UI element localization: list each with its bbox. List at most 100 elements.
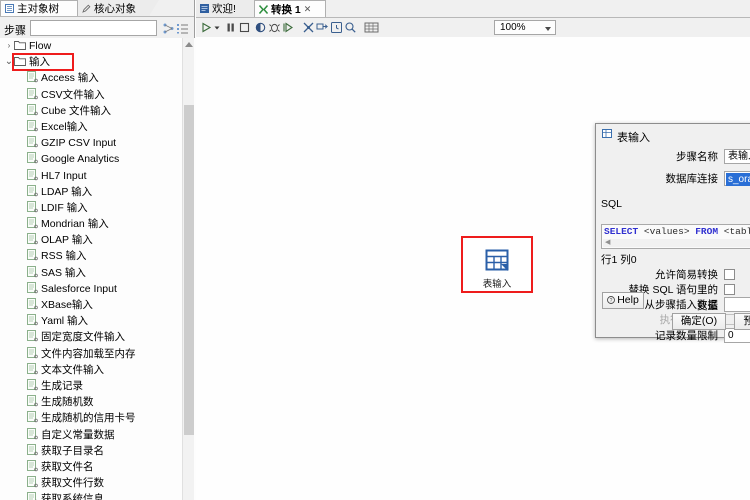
schedule-icon[interactable] [330,21,343,34]
tree-item-label: Excel输入 [41,121,88,134]
stop-icon[interactable] [238,21,251,34]
tab-welcome[interactable]: 欢迎! [196,0,263,17]
step-icon [26,362,38,375]
tree-scrollbar-thumb[interactable] [184,105,194,435]
preview-icon[interactable] [254,21,267,34]
tree-scrollbar[interactable] [182,38,194,500]
step-icon [26,459,38,472]
run-dropdown-icon[interactable] [213,21,221,34]
tree-item[interactable]: LDAP 输入 [0,184,195,200]
replace-variables-checkbox[interactable] [724,284,735,295]
allow-lazy-conversion-label: 允许简易转换 [655,269,718,281]
tree-item[interactable]: Google Analytics [0,151,195,167]
tree-item[interactable]: SAS 输入 [0,265,195,281]
connection-combo[interactable]: s_oracle_emp [724,171,750,186]
chevron-down-icon[interactable]: ⌄ [4,54,14,70]
help-button[interactable]: ? Help [602,292,644,309]
kettle-spoon-window: 主对象树 核心对象 步骤 › Flow ⌄ 输入 Access 输入 CSV文件输入 Cub… [0,0,750,500]
preview-button[interactable]: 预览(P) [734,313,750,330]
expand-all-icon[interactable] [177,23,188,34]
tree-item[interactable]: Cube 文件输入 [0,103,195,119]
tree-item[interactable]: Mondrian 输入 [0,216,195,232]
tree-item-label: OLAP 输入 [41,234,93,247]
tree-item[interactable]: 生成记录 [0,378,195,394]
tree-item[interactable]: 自定义常量数据 [0,427,195,443]
folder-icon [14,39,26,51]
step-icon [26,298,38,310]
step-icon [26,476,38,488]
dialog-titlebar[interactable]: 表输入 ─ ☐ ✕ [596,124,750,145]
tree-item[interactable]: GZIP CSV Input [0,135,195,151]
tree-item[interactable]: 固定宽度文件输入 [0,329,195,345]
tree-item[interactable]: Salesforce Input [0,281,195,297]
tree-item[interactable]: 获取系统信息 [0,491,195,500]
tree-item[interactable]: 获取子目录名 [0,443,195,459]
tree-item[interactable]: Excel输入 [0,119,195,135]
tree-item[interactable]: 生成随机数 [0,394,195,410]
tree-item[interactable]: Access 输入 [0,70,195,86]
tree-item[interactable]: ⌄ 输入 [0,54,195,70]
steps-tree[interactable]: › Flow ⌄ 输入 Access 输入 CSV文件输入 Cube 文件输入 Excel输入… [0,38,195,500]
step-icon [26,346,38,359]
tree-item-label: 固定宽度文件输入 [41,331,125,344]
step-icon [26,217,38,229]
step-icon [26,200,38,213]
tab-main-object-tree-label: 主对象树 [17,3,59,15]
canvas-step-label: 表输入 [482,279,512,290]
tree-item-label: 自定义常量数据 [41,428,115,441]
scroll-up-arrow-icon[interactable] [185,42,193,47]
close-icon[interactable]: ✕ [304,4,312,15]
transformation-toolbar: 100% [196,18,750,38]
allow-lazy-conversion-checkbox[interactable] [724,269,735,280]
tree-item[interactable]: 获取文件名 [0,459,195,475]
sql-editor[interactable]: SELECT <values> FROM <table name> WHERE … [601,224,750,249]
tree-item[interactable]: › Flow [0,38,195,54]
tab-core-objects[interactable]: 核心对象 [78,0,159,16]
scroll-left-arrow-icon[interactable]: ◀ [605,239,610,247]
step-icon [26,71,38,83]
tree-item[interactable]: CSV文件输入 [0,87,195,103]
tree-item-label: 文件内容加载至内存 [41,347,136,360]
verify-icon[interactable] [302,21,315,34]
svg-text:?: ? [610,298,613,304]
pause-icon[interactable] [224,21,237,34]
tree-item-label: LDAP 输入 [41,185,93,198]
ok-button[interactable]: 确定(O) [672,313,726,330]
table-input-dialog[interactable]: 表输入 ─ ☐ ✕ 步骤名称 表输入 数据库连接 s_oracle_emp [595,123,750,343]
inspect-icon[interactable] [344,21,357,34]
sql-horizontal-scrollbar[interactable]: ◀ ▶ [603,239,750,247]
tree-item[interactable]: 生成随机的信用卡号 [0,410,195,426]
replay-icon[interactable] [282,21,295,34]
insert-data-from-step-combo[interactable] [724,297,750,312]
tree-item[interactable]: LDIF 输入 [0,200,195,216]
step-search-input[interactable] [30,20,157,36]
tab-welcome-label: 欢迎! [212,3,236,15]
tree-item[interactable]: RSS 输入 [0,248,195,264]
tree-item[interactable]: OLAP 输入 [0,232,195,248]
step-name-label: 步骤名称 [676,151,718,163]
tree-item[interactable]: 文件内容加载至内存 [0,346,195,362]
tree-item-label: 文本文件输入 [41,363,104,376]
tree-item[interactable]: Yaml 输入 [0,313,195,329]
collapse-all-icon[interactable] [163,23,174,34]
run-icon[interactable] [200,21,213,34]
debug-icon[interactable] [268,21,281,34]
step-icon [26,152,38,164]
tree-item-label: RSS 输入 [41,250,87,263]
chevron-right-icon[interactable]: › [4,38,14,54]
record-limit-input[interactable]: 0 [724,328,750,343]
step-icon [26,103,38,116]
tab-main-object-tree[interactable]: 主对象树 [0,0,78,16]
tree-item[interactable]: XBase输入 [0,297,195,313]
tab-transformation-1[interactable]: 转换 1 ✕ [254,0,326,17]
analyze-icon[interactable] [316,21,329,34]
tree-item[interactable]: HL7 Input [0,168,195,184]
tree-item[interactable]: 文本文件输入 [0,362,195,378]
tree-item-label: Yaml 输入 [41,315,89,328]
zoom-level-combo[interactable]: 100% [494,20,556,35]
tree-item[interactable]: 获取文件行数 [0,475,195,491]
step-icon [26,492,38,500]
step-name-input[interactable]: 表输入 [724,149,750,164]
step-icon [26,330,38,342]
grid-icon[interactable] [364,21,379,34]
